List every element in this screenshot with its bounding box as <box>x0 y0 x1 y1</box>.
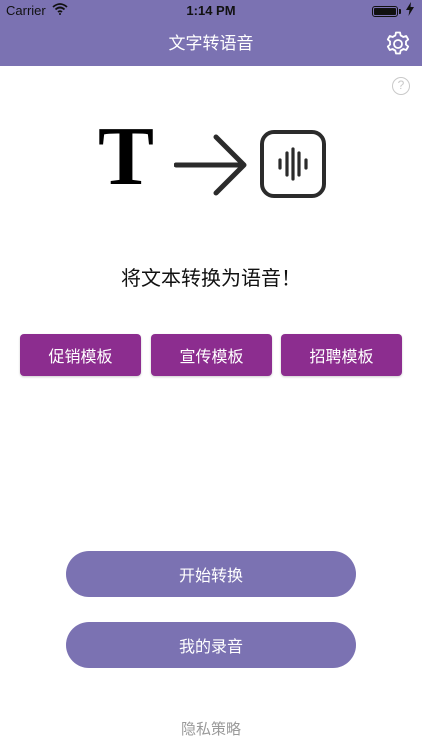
my-recordings-button[interactable]: 我的录音 <box>66 622 356 668</box>
recruitment-template-button[interactable]: 招聘模板 <box>281 334 402 376</box>
help-icon[interactable]: ? <box>392 77 410 95</box>
status-bar: Carrier 1:14 PM <box>0 0 422 22</box>
hero-illustration: T <box>0 112 422 210</box>
audio-waveform-icon <box>260 130 326 198</box>
privacy-policy-link[interactable]: 隐私策略 <box>0 718 422 739</box>
navigation-bar: 文字转语音 <box>0 22 422 66</box>
template-button-row: 促销模板 宣传模板 招聘模板 <box>20 334 402 376</box>
text-t-icon: T <box>98 110 155 203</box>
headline-text: 将文本转换为语音！ <box>121 266 301 290</box>
charging-icon <box>406 2 414 19</box>
settings-button[interactable] <box>384 30 412 58</box>
battery-tip <box>399 9 401 14</box>
start-conversion-button[interactable]: 开始转换 <box>66 551 356 597</box>
clock-label: 1:14 PM <box>186 3 236 18</box>
promotion-template-button[interactable]: 促销模板 <box>20 334 141 376</box>
battery-icon <box>372 6 398 17</box>
gear-icon <box>386 31 410 55</box>
publicity-template-button[interactable]: 宣传模板 <box>151 334 272 376</box>
arrow-right-icon <box>174 134 247 196</box>
page-title: 文字转语音 <box>168 34 254 54</box>
